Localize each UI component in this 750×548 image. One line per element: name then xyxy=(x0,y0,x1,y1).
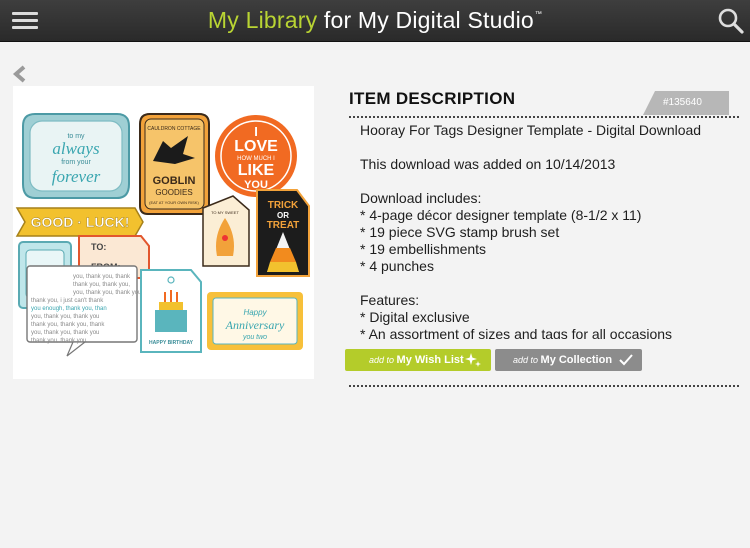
tag-thank-you: you, thank you, thank thank you, thank y… xyxy=(26,265,141,357)
item-description-header: ITEM DESCRIPTION #135640 xyxy=(349,87,739,117)
art-or: OR xyxy=(277,211,289,220)
tag-love-like-you: I LOVE HOW MUCH I LIKE YOU xyxy=(215,115,297,197)
banner-good-luck: GOOD · LUCK! xyxy=(15,207,144,237)
search-icon[interactable] xyxy=(716,6,746,36)
top-bar: My Library for My Digital Studio™ xyxy=(0,0,750,42)
tag-birthday: HAPPY BIRTHDAY xyxy=(140,269,202,353)
desc-line xyxy=(360,139,740,156)
tag-always-forever: to my always from your forever xyxy=(22,113,130,199)
art-from-your: from your xyxy=(61,159,91,166)
divider-bottom xyxy=(349,385,739,387)
art-i: I xyxy=(254,124,258,139)
app-title: My Library for My Digital Studio™ xyxy=(0,7,750,34)
app-title-rest: for My Digital Studio xyxy=(317,7,534,33)
product-image: to my always from your forever CAULDRON … xyxy=(13,86,314,379)
checkmark-icon xyxy=(618,352,634,368)
sparkle-icon xyxy=(465,352,481,368)
art-anniversary: Anniversary xyxy=(225,318,285,332)
art-always: always xyxy=(52,139,100,158)
desc-line: * 19 piece SVG stamp brush set xyxy=(360,224,560,240)
art-birthday: HAPPY BIRTHDAY xyxy=(149,340,194,346)
art-treat: TREAT xyxy=(267,220,300,231)
desc-line xyxy=(360,173,740,190)
section-title: ITEM DESCRIPTION xyxy=(349,89,516,108)
art-thanks-9: thank you, thank you xyxy=(31,338,86,344)
art-to: TO: xyxy=(91,242,106,252)
divider-top xyxy=(349,116,739,118)
art-good-luck: GOOD · LUCK! xyxy=(31,214,130,230)
art-like: LIKE xyxy=(238,162,275,179)
art-trick: TRICK xyxy=(268,200,299,211)
chevron-left-icon[interactable] xyxy=(10,64,30,84)
art-thanks-5: you enough, thank you, than xyxy=(31,306,107,312)
trademark-mark: ™ xyxy=(534,11,543,18)
tag-sweet: TO MY SWEET xyxy=(202,195,250,267)
art-thanks-1: you, thank you, thank xyxy=(73,274,131,280)
item-description-body[interactable]: Hooray For Tags Designer Template - Digi… xyxy=(360,122,740,339)
app-title-accent: My Library xyxy=(207,7,318,33)
tag-goblin-goodies: CAULDRON COTTAGE GOBLIN GOODIES (EAT AT … xyxy=(139,113,210,215)
tag-trick-or-treat: TRICK OR TREAT xyxy=(256,189,310,277)
art-cauldron: CAULDRON COTTAGE xyxy=(147,126,201,132)
item-number-badge: #135640 xyxy=(643,91,729,115)
art-you-two: you two xyxy=(242,334,267,341)
art-thanks-6: you, thank you, thank you xyxy=(31,314,99,320)
collection-label: My Collection xyxy=(540,354,613,366)
add-to-wish-list-button[interactable]: add to My Wish List xyxy=(345,349,491,371)
desc-line: This download was added on 10/14/2013 xyxy=(360,156,616,172)
desc-line: * 4 punches xyxy=(360,258,434,274)
tag-anniversary: Happy Anniversary you two xyxy=(207,292,303,350)
wish-label: My Wish List xyxy=(396,354,464,366)
add-to-collection-button[interactable]: add to My Collection xyxy=(495,349,642,371)
desc-line: * Digital exclusive xyxy=(360,309,470,325)
art-sweet: TO MY SWEET xyxy=(211,210,239,215)
collection-prefix: add to xyxy=(513,355,541,365)
art-thanks-8: you, thank you, thank you xyxy=(31,330,99,336)
desc-line xyxy=(360,275,740,292)
desc-line: Features: xyxy=(360,292,420,308)
art-goblin: GOBLIN xyxy=(153,175,196,187)
art-love: LOVE xyxy=(234,138,278,155)
art-thanks-2: thank you, thank you, xyxy=(73,282,130,288)
art-thanks-7: thank you, thank you, thank xyxy=(31,322,105,328)
desc-line: Download includes: xyxy=(360,190,482,206)
desc-line: * 19 embellishments xyxy=(360,241,487,257)
art-forever: forever xyxy=(52,167,101,186)
art-thanks-3: you, thank you, thank you xyxy=(73,290,141,296)
art-eat-at: (EAT AT YOUR OWN RISK) xyxy=(149,200,199,205)
desc-line: * An assortment of sizes and tags for al… xyxy=(360,326,673,339)
desc-line: * 4-page décor designer template (8-1/2 … xyxy=(360,207,642,223)
art-thanks-4: thank you, i just can't thank xyxy=(31,298,104,304)
art-happy: Happy xyxy=(243,308,267,317)
desc-line: Hooray For Tags Designer Template - Digi… xyxy=(360,122,702,138)
wish-prefix: add to xyxy=(369,355,397,365)
art-goodies: GOODIES xyxy=(155,188,192,197)
